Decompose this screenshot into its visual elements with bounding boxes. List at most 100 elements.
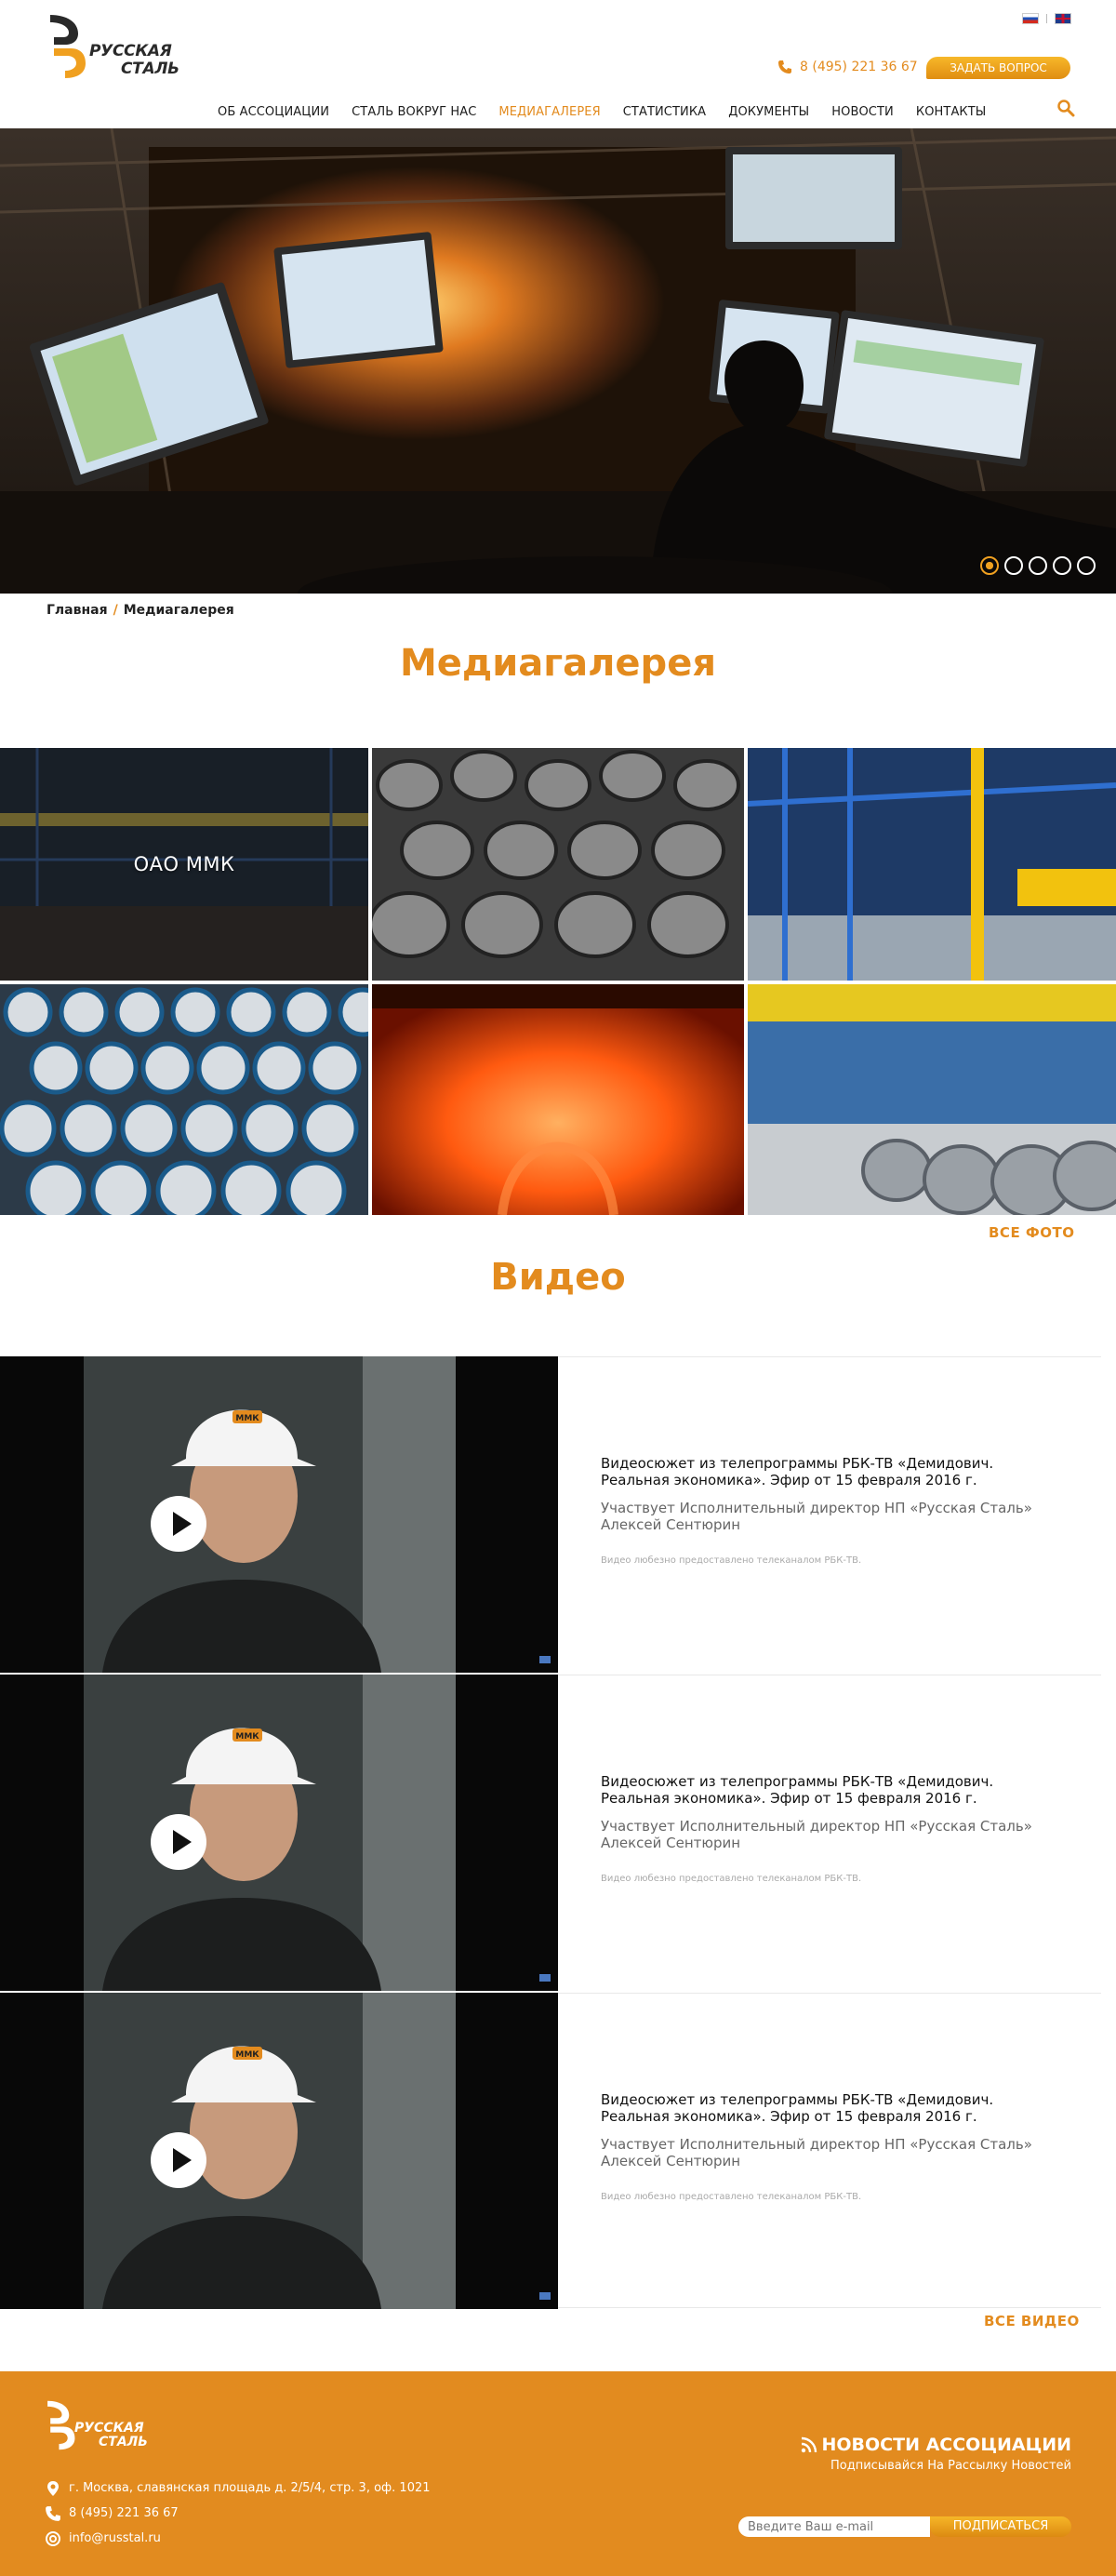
footer-address-text: г. Москва, славянская площадь д. 2/5/4, …	[69, 2481, 431, 2495]
footer-news-title[interactable]: НОВОСТИ АССОЦИАЦИИ	[801, 2435, 1071, 2455]
language-divider	[1046, 14, 1047, 23]
logo-text: РУССКАЯ СТАЛЬ	[89, 43, 179, 78]
nav-item-media-gallery[interactable]: МЕДИАГАЛЕРЕЯ	[487, 102, 611, 123]
album-photo	[372, 748, 744, 981]
gallery-album-tile[interactable]	[372, 748, 744, 981]
slider-dots	[980, 556, 1096, 575]
footer-email[interactable]: info@russtal.ru	[45, 2526, 431, 2551]
album-photo	[0, 984, 368, 1215]
video-item: ММК Видеосюжет из телепрограммы РБК-ТВ «…	[0, 1675, 1116, 1991]
logo-line-2: СТАЛЬ	[99, 2435, 148, 2449]
logo-mark-icon	[50, 15, 86, 78]
slider-dot[interactable]	[1053, 556, 1071, 575]
gallery-album-tile[interactable]	[372, 984, 744, 1215]
video-description: Видеосюжет из телепрограммы РБК-ТВ «Деми…	[601, 1773, 1066, 1884]
helmet-badge: ММК	[235, 2050, 259, 2060]
slider-dot[interactable]	[1029, 556, 1047, 575]
footer-address: г. Москва, славянская площадь д. 2/5/4, …	[45, 2476, 431, 2501]
breadcrumb-separator: /	[113, 603, 118, 618]
album-label: ОАО ММК	[133, 853, 235, 875]
page-title: Медиагалерея	[399, 642, 717, 685]
video-item: ММК Видеосюжет из телепрограммы РБК-ТВ «…	[0, 1993, 1116, 2309]
nav-item-steel-around-us[interactable]: СТАЛЬ ВОКРУГ НАС	[340, 102, 487, 123]
video-credit: Видео любезно предоставлено телеканалом …	[601, 1555, 862, 1566]
slider-dot[interactable]	[1077, 556, 1096, 575]
subscribe-form: ПОДПИСАТЬСЯ	[738, 2516, 1071, 2537]
breadcrumb-home-link[interactable]: Главная	[46, 603, 108, 618]
map-pin-icon	[47, 2480, 59, 2496]
video-title[interactable]: Видеосюжет из телепрограммы РБК-ТВ «Деми…	[601, 1455, 1066, 1488]
logo-mark-icon	[47, 2400, 75, 2450]
breadcrumb: Главная / Медиагалерея	[46, 603, 234, 618]
hero-slider	[0, 128, 1116, 594]
video-player[interactable]: ММК	[0, 1675, 558, 1991]
play-icon[interactable]	[151, 1814, 206, 1870]
footer-email-text: info@russtal.ru	[69, 2531, 161, 2545]
gallery-album-tile[interactable]	[0, 984, 368, 1215]
footer-phone[interactable]: 8 (495) 221 36 67	[45, 2501, 431, 2526]
play-icon[interactable]	[151, 2132, 206, 2188]
footer-news-block: НОВОСТИ АССОЦИАЦИИ Подписывайся На Рассы…	[801, 2435, 1071, 2473]
photo-gallery: ОАО ММК	[0, 748, 1116, 1215]
flag-ru-icon[interactable]	[1022, 13, 1039, 24]
gallery-album-tile[interactable]	[748, 984, 1116, 1215]
flag-en-icon[interactable]	[1055, 13, 1071, 24]
video-subtitle: Участвует Исполнительный директор НП «Ру…	[601, 2136, 1032, 2169]
video-description: Видеосюжет из телепрограммы РБК-ТВ «Деми…	[601, 2091, 1066, 2202]
slider-dot[interactable]	[1004, 556, 1023, 575]
rss-icon	[802, 2436, 817, 2453]
footer-phone-number: 8 (495) 221 36 67	[69, 2506, 179, 2520]
video-title[interactable]: Видеосюжет из телепрограммы РБК-ТВ «Деми…	[601, 1773, 1066, 1807]
video-item: ММК Видеосюжет из телепрограммы РБК-ТВ «…	[0, 1356, 1116, 1673]
footer-news-title-text: НОВОСТИ АССОЦИАЦИИ	[821, 2435, 1071, 2455]
nav-item-statistics[interactable]: СТАТИСТИКА	[612, 102, 717, 123]
nav-item-news[interactable]: НОВОСТИ	[820, 102, 905, 123]
helmet-badge: ММК	[235, 1414, 259, 1423]
video-logo-icon	[539, 1656, 551, 1663]
header-phone[interactable]: 8 (495) 221 36 67	[777, 60, 918, 74]
footer-contacts: г. Москва, славянская площадь д. 2/5/4, …	[45, 2476, 431, 2551]
video-player[interactable]: ММК	[0, 1993, 558, 2309]
play-icon[interactable]	[151, 1496, 206, 1552]
video-section-title: Видео	[490, 1256, 626, 1299]
album-photo	[748, 748, 1116, 981]
gallery-album-tile[interactable]	[748, 748, 1116, 981]
slider-dot[interactable]	[980, 556, 999, 575]
language-switcher	[1022, 13, 1071, 24]
email-field[interactable]	[738, 2516, 930, 2537]
video-player[interactable]: ММК	[0, 1356, 558, 1673]
nav-item-contacts[interactable]: КОНТАКТЫ	[905, 102, 998, 123]
video-subtitle: Участвует Исполнительный директор НП «Ру…	[601, 1500, 1032, 1533]
video-logo-icon	[539, 1974, 551, 1982]
main-nav: ОБ АССОЦИАЦИИ СТАЛЬ ВОКРУГ НАС МЕДИАГАЛЕ…	[206, 102, 997, 123]
video-thumbnail: ММК	[0, 1356, 558, 1673]
subscribe-button[interactable]: ПОДПИСАТЬСЯ	[930, 2516, 1071, 2537]
search-icon[interactable]	[1056, 99, 1075, 117]
breadcrumb-current: Медиагалерея	[123, 603, 234, 618]
at-icon	[46, 2530, 60, 2546]
logo-line-1: РУССКАЯ	[74, 2421, 144, 2436]
all-video-link[interactable]: ВСЕ ВИДЕО	[984, 2313, 1080, 2329]
album-photo	[372, 984, 744, 1215]
nav-item-about[interactable]: ОБ АССОЦИАЦИИ	[206, 102, 340, 123]
footer-logo[interactable]: РУССКАЯ СТАЛЬ	[45, 2399, 175, 2455]
nav-item-documents[interactable]: ДОКУМЕНТЫ	[717, 102, 820, 123]
video-thumbnail: ММК	[0, 1993, 558, 2309]
site-header: РУССКАЯ СТАЛЬ 8 (495) 221 36 67 ЗАДАТЬ В…	[0, 0, 1116, 128]
ask-question-button[interactable]: ЗАДАТЬ ВОПРОС	[926, 57, 1070, 79]
divider	[558, 1356, 1101, 1357]
logo-line-2: СТАЛЬ	[121, 60, 179, 78]
hero-image	[0, 128, 1116, 594]
video-logo-icon	[539, 2292, 551, 2300]
album-photo	[748, 984, 1116, 1215]
all-photo-link[interactable]: ВСЕ ФОТО	[989, 1224, 1075, 1241]
site-logo[interactable]: РУССКАЯ СТАЛЬ	[46, 13, 197, 82]
video-credit: Видео любезно предоставлено телеканалом …	[601, 1874, 862, 1884]
footer-logo-text: РУССКАЯ СТАЛЬ	[74, 2422, 148, 2449]
video-title[interactable]: Видеосюжет из телепрограммы РБК-ТВ «Деми…	[601, 2091, 1066, 2125]
site-footer: РУССКАЯ СТАЛЬ г. Москва, славянская площ…	[0, 2371, 1116, 2576]
helmet-badge: ММК	[235, 1732, 259, 1742]
video-thumbnail: ММК	[0, 1675, 558, 1991]
gallery-album-tile[interactable]: ОАО ММК	[0, 748, 368, 981]
phone-icon	[46, 2505, 60, 2521]
